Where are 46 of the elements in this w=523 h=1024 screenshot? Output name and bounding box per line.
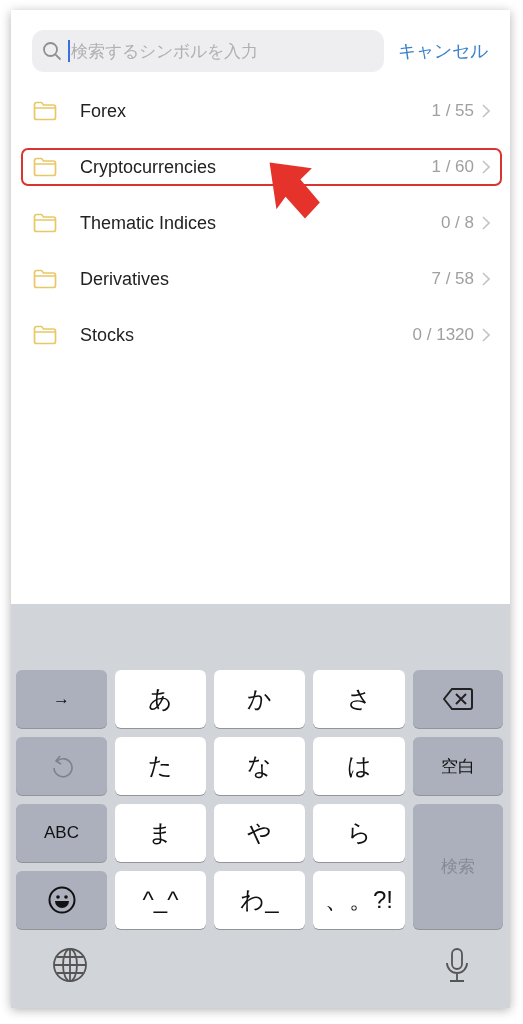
kana-key[interactable]: わ_ (214, 871, 305, 929)
symbol-count: 1 / 60 (431, 157, 474, 177)
function-key[interactable]: → (16, 670, 107, 728)
kana-key[interactable]: た (115, 737, 206, 795)
microphone-icon[interactable] (444, 946, 470, 983)
chevron-right-icon (482, 104, 490, 118)
kana-key[interactable]: 、。?! (313, 871, 405, 929)
kana-key[interactable]: ま (115, 804, 206, 862)
function-key[interactable]: ABC (16, 804, 107, 862)
symbol-count: 7 / 58 (431, 269, 474, 289)
function-key[interactable]: 空白 (413, 737, 503, 795)
search-icon (42, 41, 62, 61)
search-placeholder: 検索するシンボルを入力 (71, 40, 259, 63)
symbol-count: 1 / 55 (431, 101, 474, 121)
kana-key[interactable]: な (214, 737, 305, 795)
symbol-count: 0 / 1320 (412, 325, 474, 345)
chevron-right-icon (482, 160, 490, 174)
folder-icon (33, 157, 57, 177)
chevron-right-icon (482, 216, 490, 230)
kana-key[interactable]: や (214, 804, 305, 862)
kana-key[interactable]: ^_^ (115, 871, 206, 929)
folder-icon (33, 325, 57, 345)
cancel-button[interactable]: キャンセル (398, 39, 488, 63)
category-name[interactable]: Derivatives (80, 268, 432, 290)
text-cursor (68, 40, 70, 62)
category-name[interactable]: Cryptocurrencies (80, 156, 432, 178)
chevron-right-icon (482, 328, 490, 342)
globe-icon[interactable] (52, 946, 88, 983)
backspace-icon (443, 687, 473, 711)
kana-key[interactable]: は (313, 737, 405, 795)
folder-icon (33, 213, 57, 233)
symbol-count: 0 / 8 (440, 213, 474, 233)
kana-key[interactable]: さ (313, 670, 405, 728)
undo-icon (50, 753, 73, 779)
category-name[interactable]: Stocks (80, 324, 413, 346)
smiley-icon (47, 886, 76, 914)
category-name[interactable]: Forex (80, 100, 432, 122)
kana-key[interactable]: か (214, 670, 305, 728)
kana-key[interactable]: ら (313, 804, 405, 862)
backspace-key[interactable] (413, 670, 503, 728)
kana-key[interactable]: あ (115, 670, 206, 728)
folder-icon (33, 269, 57, 289)
chevron-right-icon (482, 272, 490, 286)
folder-icon (33, 101, 57, 121)
category-name[interactable]: Thematic Indices (80, 212, 441, 234)
emoji-key[interactable] (16, 871, 107, 929)
